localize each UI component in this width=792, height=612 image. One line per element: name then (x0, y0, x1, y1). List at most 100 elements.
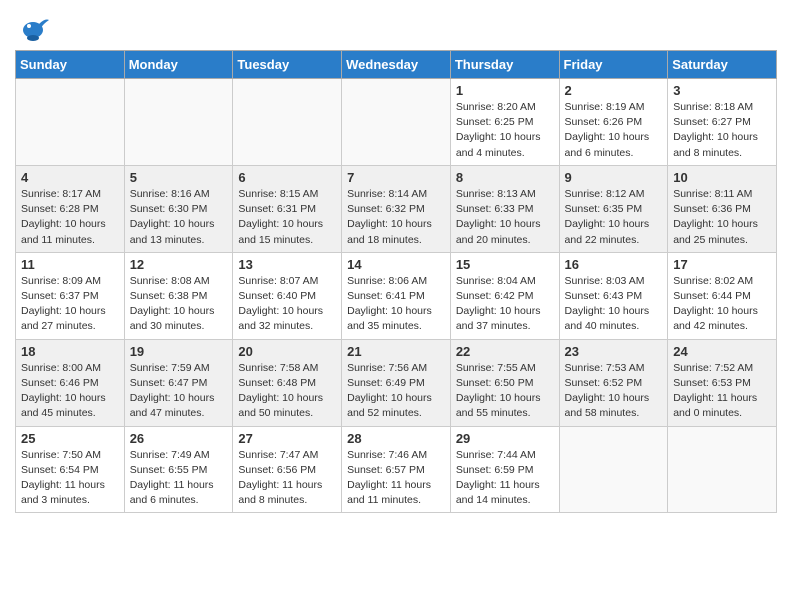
day-cell (668, 426, 777, 513)
week-row-1: 1 Sunrise: 8:20 AM Sunset: 6:25 PM Daylig… (16, 79, 777, 166)
weekday-header-thursday: Thursday (450, 51, 559, 79)
day-info: Sunrise: 8:13 AM Sunset: 6:33 PM Dayligh… (456, 187, 554, 248)
day-cell (124, 79, 233, 166)
day-info: Sunrise: 8:14 AM Sunset: 6:32 PM Dayligh… (347, 187, 445, 248)
day-cell: 29 Sunrise: 7:44 AM Sunset: 6:59 PM Dayli… (450, 426, 559, 513)
weekday-header-tuesday: Tuesday (233, 51, 342, 79)
day-number: 19 (130, 344, 228, 359)
day-cell: 24 Sunrise: 7:52 AM Sunset: 6:53 PM Dayli… (668, 339, 777, 426)
day-info: Sunrise: 8:16 AM Sunset: 6:30 PM Dayligh… (130, 187, 228, 248)
day-number: 11 (21, 257, 119, 272)
day-info: Sunrise: 8:19 AM Sunset: 6:26 PM Dayligh… (565, 100, 663, 161)
day-info: Sunrise: 7:52 AM Sunset: 6:53 PM Dayligh… (673, 361, 771, 422)
day-cell: 3 Sunrise: 8:18 AM Sunset: 6:27 PM Daylig… (668, 79, 777, 166)
day-number: 10 (673, 170, 771, 185)
week-row-5: 25 Sunrise: 7:50 AM Sunset: 6:54 PM Dayli… (16, 426, 777, 513)
day-number: 5 (130, 170, 228, 185)
day-number: 14 (347, 257, 445, 272)
calendar-table: SundayMondayTuesdayWednesdayThursdayFrid… (15, 50, 777, 513)
day-cell: 20 Sunrise: 7:58 AM Sunset: 6:48 PM Dayli… (233, 339, 342, 426)
day-info: Sunrise: 7:55 AM Sunset: 6:50 PM Dayligh… (456, 361, 554, 422)
day-info: Sunrise: 7:53 AM Sunset: 6:52 PM Dayligh… (565, 361, 663, 422)
day-number: 22 (456, 344, 554, 359)
day-number: 16 (565, 257, 663, 272)
weekday-header-sunday: Sunday (16, 51, 125, 79)
day-info: Sunrise: 8:06 AM Sunset: 6:41 PM Dayligh… (347, 274, 445, 335)
day-number: 25 (21, 431, 119, 446)
day-number: 28 (347, 431, 445, 446)
day-number: 4 (21, 170, 119, 185)
week-row-2: 4 Sunrise: 8:17 AM Sunset: 6:28 PM Daylig… (16, 165, 777, 252)
day-number: 20 (238, 344, 336, 359)
day-cell (559, 426, 668, 513)
day-cell: 15 Sunrise: 8:04 AM Sunset: 6:42 PM Dayli… (450, 252, 559, 339)
day-cell: 16 Sunrise: 8:03 AM Sunset: 6:43 PM Dayli… (559, 252, 668, 339)
day-number: 1 (456, 83, 554, 98)
weekday-header-friday: Friday (559, 51, 668, 79)
day-info: Sunrise: 7:50 AM Sunset: 6:54 PM Dayligh… (21, 448, 119, 509)
day-info: Sunrise: 7:49 AM Sunset: 6:55 PM Dayligh… (130, 448, 228, 509)
day-cell: 1 Sunrise: 8:20 AM Sunset: 6:25 PM Daylig… (450, 79, 559, 166)
day-number: 9 (565, 170, 663, 185)
day-number: 7 (347, 170, 445, 185)
day-info: Sunrise: 7:47 AM Sunset: 6:56 PM Dayligh… (238, 448, 336, 509)
day-info: Sunrise: 7:58 AM Sunset: 6:48 PM Dayligh… (238, 361, 336, 422)
day-cell: 5 Sunrise: 8:16 AM Sunset: 6:30 PM Daylig… (124, 165, 233, 252)
day-info: Sunrise: 8:09 AM Sunset: 6:37 PM Dayligh… (21, 274, 119, 335)
day-cell: 7 Sunrise: 8:14 AM Sunset: 6:32 PM Daylig… (342, 165, 451, 252)
day-number: 18 (21, 344, 119, 359)
day-info: Sunrise: 8:07 AM Sunset: 6:40 PM Dayligh… (238, 274, 336, 335)
day-number: 12 (130, 257, 228, 272)
day-cell: 23 Sunrise: 7:53 AM Sunset: 6:52 PM Dayli… (559, 339, 668, 426)
weekday-header-wednesday: Wednesday (342, 51, 451, 79)
day-info: Sunrise: 7:44 AM Sunset: 6:59 PM Dayligh… (456, 448, 554, 509)
day-info: Sunrise: 8:04 AM Sunset: 6:42 PM Dayligh… (456, 274, 554, 335)
day-cell: 2 Sunrise: 8:19 AM Sunset: 6:26 PM Daylig… (559, 79, 668, 166)
day-cell: 17Sunrise: 8:02 AM Sunset: 6:44 PM Dayli… (668, 252, 777, 339)
day-info: Sunrise: 8:18 AM Sunset: 6:27 PM Dayligh… (673, 100, 771, 161)
day-cell: 21Sunrise: 7:56 AM Sunset: 6:49 PM Dayli… (342, 339, 451, 426)
day-cell: 22 Sunrise: 7:55 AM Sunset: 6:50 PM Dayli… (450, 339, 559, 426)
day-cell (342, 79, 451, 166)
day-number: 24 (673, 344, 771, 359)
day-number: 2 (565, 83, 663, 98)
day-info: Sunrise: 7:59 AM Sunset: 6:47 PM Dayligh… (130, 361, 228, 422)
day-info: Sunrise: 8:03 AM Sunset: 6:43 PM Dayligh… (565, 274, 663, 335)
day-cell: 28Sunrise: 7:46 AM Sunset: 6:57 PM Dayli… (342, 426, 451, 513)
day-cell (16, 79, 125, 166)
page: SundayMondayTuesdayWednesdayThursdayFrid… (0, 0, 792, 523)
weekday-header-saturday: Saturday (668, 51, 777, 79)
day-cell: 14 Sunrise: 8:06 AM Sunset: 6:41 PM Dayli… (342, 252, 451, 339)
day-info: Sunrise: 8:20 AM Sunset: 6:25 PM Dayligh… (456, 100, 554, 161)
day-cell: 25 Sunrise: 7:50 AM Sunset: 6:54 PM Dayli… (16, 426, 125, 513)
day-info: Sunrise: 8:12 AM Sunset: 6:35 PM Dayligh… (565, 187, 663, 248)
day-cell: 4 Sunrise: 8:17 AM Sunset: 6:28 PM Daylig… (16, 165, 125, 252)
day-info: Sunrise: 8:17 AM Sunset: 6:28 PM Dayligh… (21, 187, 119, 248)
day-cell (233, 79, 342, 166)
day-number: 6 (238, 170, 336, 185)
day-number: 26 (130, 431, 228, 446)
day-number: 3 (673, 83, 771, 98)
day-info: Sunrise: 8:11 AM Sunset: 6:36 PM Dayligh… (673, 187, 771, 248)
day-cell: 12 Sunrise: 8:08 AM Sunset: 6:38 PM Dayli… (124, 252, 233, 339)
day-cell: 27Sunrise: 7:47 AM Sunset: 6:56 PM Dayli… (233, 426, 342, 513)
day-info: Sunrise: 7:56 AM Sunset: 6:49 PM Dayligh… (347, 361, 445, 422)
day-cell: 26 Sunrise: 7:49 AM Sunset: 6:55 PM Dayli… (124, 426, 233, 513)
day-cell: 18 Sunrise: 8:00 AM Sunset: 6:46 PM Dayli… (16, 339, 125, 426)
day-number: 29 (456, 431, 554, 446)
day-cell: 19 Sunrise: 7:59 AM Sunset: 6:47 PM Dayli… (124, 339, 233, 426)
day-number: 15 (456, 257, 554, 272)
logo (15, 10, 55, 46)
week-row-3: 11 Sunrise: 8:09 AM Sunset: 6:37 PM Dayli… (16, 252, 777, 339)
day-number: 23 (565, 344, 663, 359)
day-cell: 6Sunrise: 8:15 AM Sunset: 6:31 PM Daylig… (233, 165, 342, 252)
day-info: Sunrise: 8:08 AM Sunset: 6:38 PM Dayligh… (130, 274, 228, 335)
day-number: 13 (238, 257, 336, 272)
day-cell: 8Sunrise: 8:13 AM Sunset: 6:33 PM Daylig… (450, 165, 559, 252)
day-number: 17 (673, 257, 771, 272)
day-info: Sunrise: 8:00 AM Sunset: 6:46 PM Dayligh… (21, 361, 119, 422)
day-cell: 13 Sunrise: 8:07 AM Sunset: 6:40 PM Dayli… (233, 252, 342, 339)
day-cell: 9 Sunrise: 8:12 AM Sunset: 6:35 PM Daylig… (559, 165, 668, 252)
header (15, 10, 777, 46)
weekday-header-monday: Monday (124, 51, 233, 79)
